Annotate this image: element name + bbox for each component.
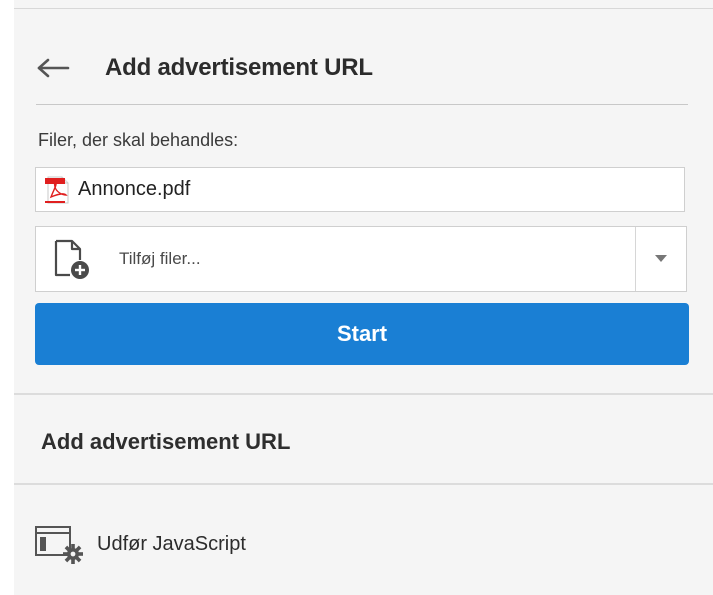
top-divider xyxy=(14,8,713,9)
add-files-control: Tilføj filer... xyxy=(35,226,687,292)
section-divider-top xyxy=(14,393,713,395)
files-to-process-label: Filer, der skal behandles: xyxy=(38,130,239,150)
pdf-file-icon xyxy=(45,176,69,203)
file-list: Annonce.pdf xyxy=(35,167,685,212)
action-item-execute-javascript[interactable]: Udfør JavaScript xyxy=(35,522,246,566)
back-button[interactable] xyxy=(36,48,76,88)
start-button[interactable]: Start xyxy=(35,303,689,365)
header-divider xyxy=(36,104,688,105)
file-name: Annonce.pdf xyxy=(78,178,191,200)
section-divider-bottom xyxy=(14,483,713,485)
panel-header: Add advertisement URL xyxy=(36,48,688,88)
header-title: Add advertisement URL xyxy=(105,54,373,81)
add-files-button[interactable]: Tilføj filer... xyxy=(36,227,635,291)
back-arrow-icon xyxy=(37,58,70,78)
file-list-item[interactable]: Annonce.pdf xyxy=(44,175,190,205)
action-wizard-panel xyxy=(14,0,713,595)
section-title: Add advertisement URL xyxy=(41,429,291,454)
add-files-label: Tilføj filer... xyxy=(119,249,201,268)
caret-down-icon xyxy=(655,255,667,262)
action-label: Udfør JavaScript xyxy=(97,532,246,555)
add-files-dropdown-button[interactable] xyxy=(636,227,686,291)
add-file-icon xyxy=(54,239,89,279)
execute-javascript-icon xyxy=(35,526,83,564)
